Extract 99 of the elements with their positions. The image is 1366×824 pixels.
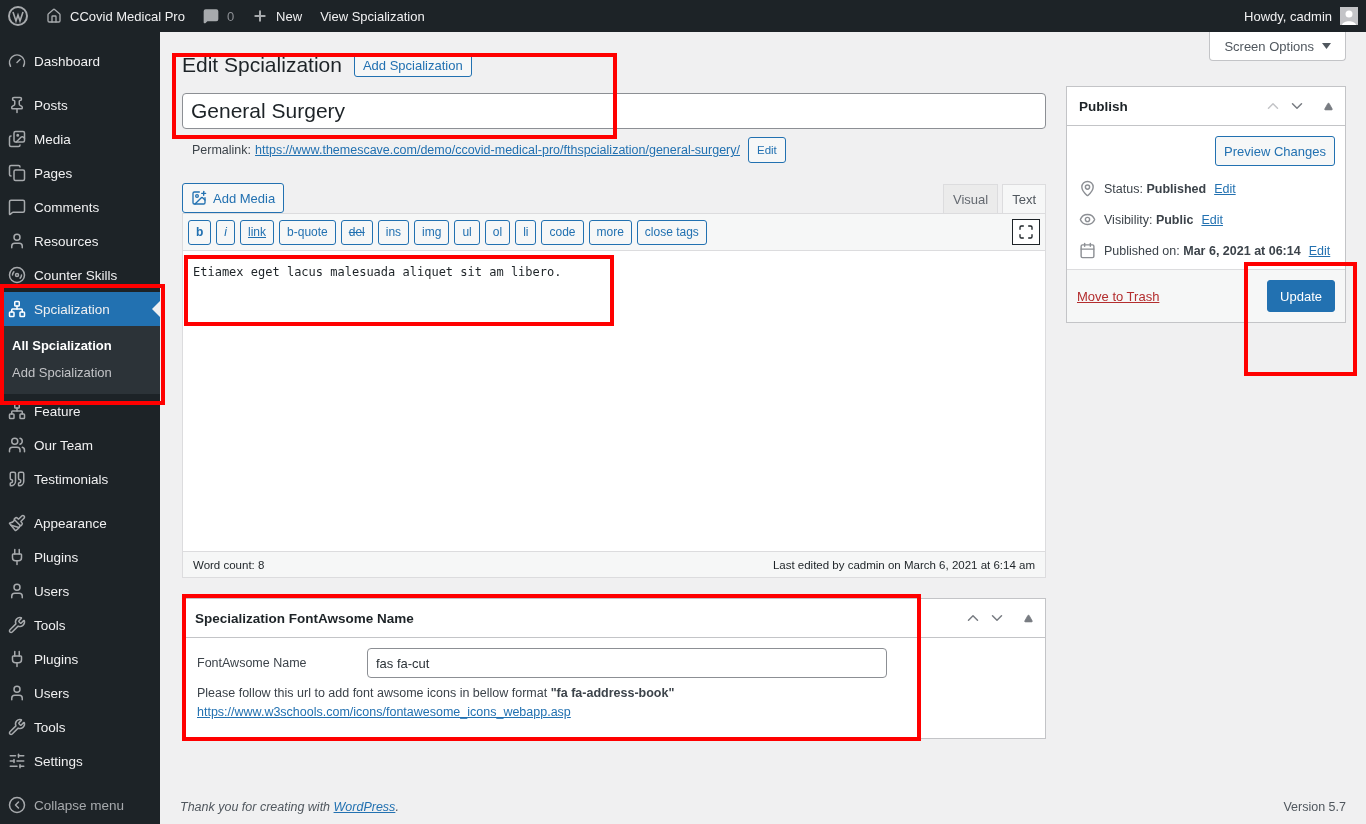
pin-icon [1079,180,1096,197]
edit-link[interactable]: Edit [1201,212,1223,227]
pin-icon [8,96,26,114]
menu-item[interactable]: Pages [0,156,160,190]
person-icon [8,582,26,600]
sliders-icon [8,752,26,770]
person-icon [8,232,26,250]
site-name-link[interactable]: CCovid Medical Pro [46,8,185,24]
menu-item[interactable]: Testimonials [0,462,160,496]
format-button[interactable]: more [588,219,632,245]
fullscreen-icon [1018,224,1034,240]
page-title: Edit Spcialization [182,53,342,77]
editor-content[interactable]: Etiamex eget lacus malesuada aliquet sit am libero. [183,251,1045,551]
menu-item[interactable]: Plugins [0,642,160,676]
format-button[interactable]: code [541,219,584,245]
format-button[interactable]: close tags [636,219,707,245]
update-button[interactable]: Update [1267,280,1335,312]
publish-detail: Published on: Mar 6, 2021 at 06:14 [1104,243,1301,258]
media-icon [191,190,207,206]
word-count: Word count: 8 [193,558,265,571]
home-icon [46,8,62,24]
fullscreen-button[interactable] [1012,219,1040,245]
edit-link[interactable]: Edit [1308,243,1331,258]
format-button[interactable]: ol [484,219,511,245]
footer-text: Thank you for creating with WordPress. [180,800,399,814]
dashboard-icon [8,52,26,70]
film-reel-icon [8,266,26,284]
format-button[interactable]: ins [377,219,410,245]
format-button[interactable]: img [414,219,450,245]
menu-item[interactable]: Media [0,122,160,156]
last-edited-text: Last edited by cadmin on March 6, 2021 at 6:14 am [772,558,1035,571]
format-button[interactable]: b [188,219,212,245]
quote-icon [8,470,26,488]
field-label: FontAwsome Name [197,656,308,670]
menu-item[interactable]: Settings [0,744,160,778]
editor-tab[interactable]: Visual [942,184,999,213]
menu-item[interactable]: Plugins [0,540,160,574]
fontawesome-name-field[interactable]: fas fa-cut [367,648,887,678]
permalink-label: Permalink: [192,143,252,157]
hierarchy-icon [8,402,26,420]
submenu-item[interactable]: Add Spcialization [0,359,160,386]
view-link[interactable]: View Spcialization [320,8,425,24]
comment-icon [8,198,26,216]
collapse-icon[interactable] [1024,613,1033,623]
format-button[interactable]: ul [454,219,480,245]
menu-item[interactable]: Tools [0,608,160,642]
menu-item[interactable]: Our Team [0,428,160,462]
menu-item[interactable]: Posts [0,88,160,122]
menu-item[interactable]: Feature [0,394,160,428]
media-icon [8,130,26,148]
calendar-icon [1079,242,1096,259]
meta-box-title: Specialization FontAwsome Name [195,610,415,626]
permalink-link[interactable]: https://www.themescave.com/demo/ccovid-medical-pro/fthspcialization/general-surgery/ [255,143,740,157]
submenu-item[interactable]: All Spcialization [0,332,160,359]
publish-detail: Status: Published [1104,181,1207,196]
comment-icon [202,8,219,24]
group-icon [8,436,26,454]
publish-detail: Visibility: Public [1104,212,1194,227]
caret-icon [1322,43,1331,49]
wordpress-logo-icon[interactable] [8,6,28,26]
menu-item[interactable]: Users [0,676,160,710]
hierarchy-icon [8,300,26,318]
avatar-icon [1340,7,1358,25]
add-media-button[interactable]: Add Media [182,183,285,213]
new-link[interactable]: New [252,8,303,24]
brush-icon [8,514,26,532]
version-text: Version 5.7 [1283,800,1346,814]
screen-options-button[interactable]: Screen Options [1209,32,1346,61]
edit-permalink-button[interactable]: Edit [748,137,786,163]
preview-changes-button[interactable]: Preview Changes [1215,136,1335,166]
format-button[interactable]: li [515,219,537,245]
menu-item[interactable]: Users [0,574,160,608]
collapse-menu-button[interactable]: Collapse menu [0,788,160,822]
format-button[interactable]: del [340,219,373,245]
eye-icon [1079,211,1096,228]
publish-title: Publish [1079,98,1129,114]
wrench-icon [8,616,26,634]
menu-item[interactable]: Tools [0,710,160,744]
menu-item[interactable]: Comments [0,190,160,224]
format-button[interactable]: i [216,219,235,245]
menu-item[interactable]: Resources [0,224,160,258]
pages-icon [8,164,26,182]
menu-item[interactable]: Appearance [0,506,160,540]
format-button[interactable]: b-quote [279,219,336,245]
editor-tab[interactable]: Text [1002,184,1046,213]
menu-item[interactable]: Counter Skills [0,258,160,292]
edit-link[interactable]: Edit [1214,181,1236,196]
move-to-trash-link[interactable]: Move to Trash [1077,288,1160,304]
wrench-icon [8,718,26,736]
help-link[interactable]: https://www.w3schools.com/icons/fontawesome_icons_webapp.asp [197,704,571,719]
help-text: Please follow this url to add font awsome icons in bellow format "fa fa-address-book" https://www.w3schools.com/icons/fontawesome_icons_webapp.asp [197,685,676,721]
format-button[interactable]: link [240,219,275,245]
menu-item[interactable]: Dashboard [0,44,160,78]
account-menu[interactable]: Howdy, cadmin [1244,7,1358,25]
collapse-icon [8,796,26,814]
comments-link[interactable]: 0 [202,8,235,24]
title-field[interactable]: General Surgery [182,93,1046,129]
person-icon [8,684,26,702]
collapse-icon[interactable] [1324,101,1333,111]
